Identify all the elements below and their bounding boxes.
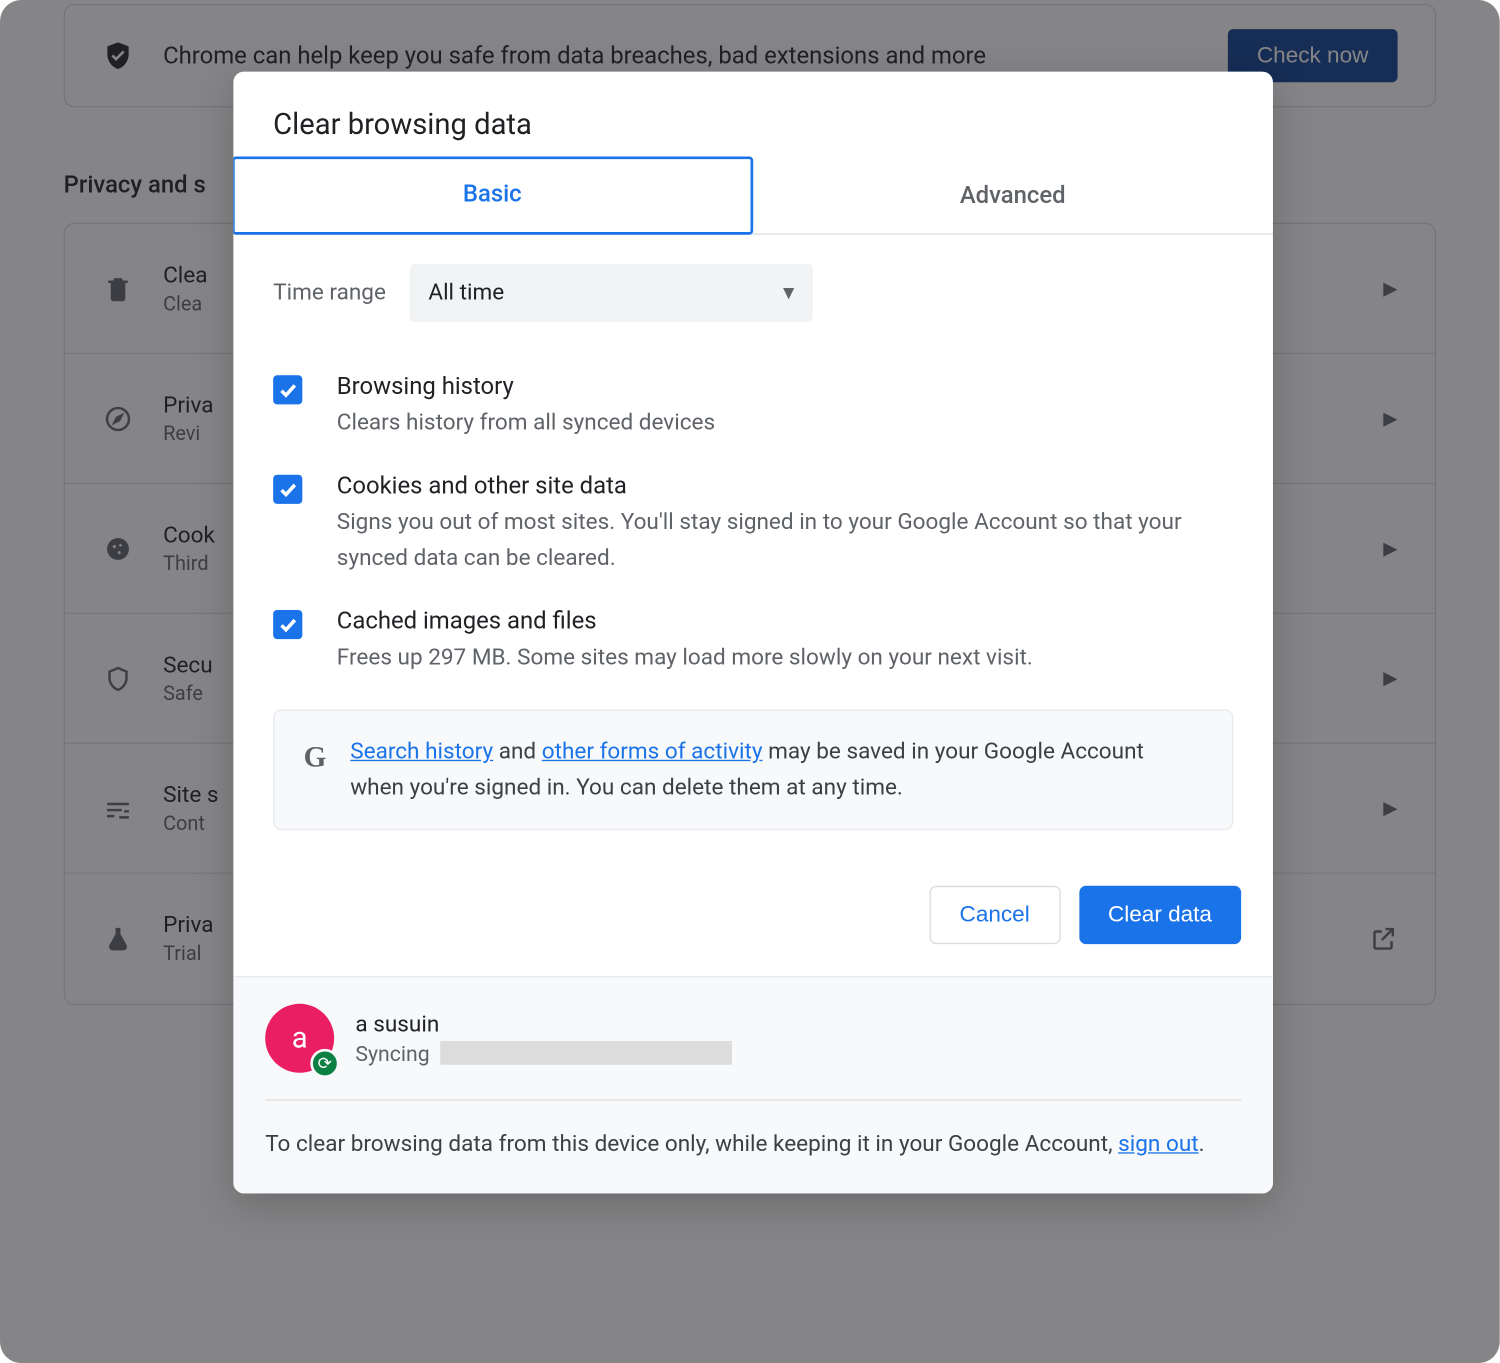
divider — [265, 1099, 1241, 1100]
chevron-down-icon: ▾ — [783, 280, 794, 307]
sync-status: Syncing — [355, 1040, 429, 1065]
option-browsing-history[interactable]: Browsing history Clears history from all… — [273, 357, 1233, 457]
dialog-title: Clear browsing data — [233, 72, 1273, 158]
google-g-icon: G — [304, 735, 327, 805]
search-history-link[interactable]: Search history — [350, 739, 493, 766]
clear-browsing-data-dialog: Clear browsing data Basic Advanced Time … — [233, 72, 1273, 1194]
sync-badge-icon: ⟳ — [310, 1049, 339, 1078]
account-section: a ⟳ a susuin Syncing To clear browsing d… — [233, 976, 1273, 1194]
account-name: a susuin — [355, 1011, 732, 1038]
time-range-value: All time — [428, 280, 504, 307]
clear-data-button[interactable]: Clear data — [1079, 886, 1241, 944]
checkbox-cookies[interactable] — [273, 475, 302, 504]
tab-basic[interactable]: Basic — [233, 156, 752, 234]
other-activity-link[interactable]: other forms of activity — [542, 739, 763, 766]
cancel-button[interactable]: Cancel — [929, 886, 1060, 944]
time-range-select[interactable]: All time ▾ — [410, 264, 813, 322]
tab-bar: Basic Advanced — [233, 158, 1273, 235]
tab-advanced[interactable]: Advanced — [753, 158, 1273, 234]
checkbox-browsing-history[interactable] — [273, 375, 302, 404]
time-range-label: Time range — [273, 280, 386, 307]
option-cookies[interactable]: Cookies and other site data Signs you ou… — [273, 457, 1233, 592]
checkbox-cache[interactable] — [273, 610, 302, 639]
redacted-email — [440, 1041, 732, 1065]
google-activity-info: G Search history and other forms of acti… — [273, 710, 1233, 830]
sign-out-footnote: To clear browsing data from this device … — [265, 1127, 1241, 1162]
avatar: a ⟳ — [265, 1004, 334, 1073]
option-cache[interactable]: Cached images and files Frees up 297 MB.… — [273, 591, 1233, 691]
sign-out-link[interactable]: sign out — [1118, 1131, 1198, 1158]
